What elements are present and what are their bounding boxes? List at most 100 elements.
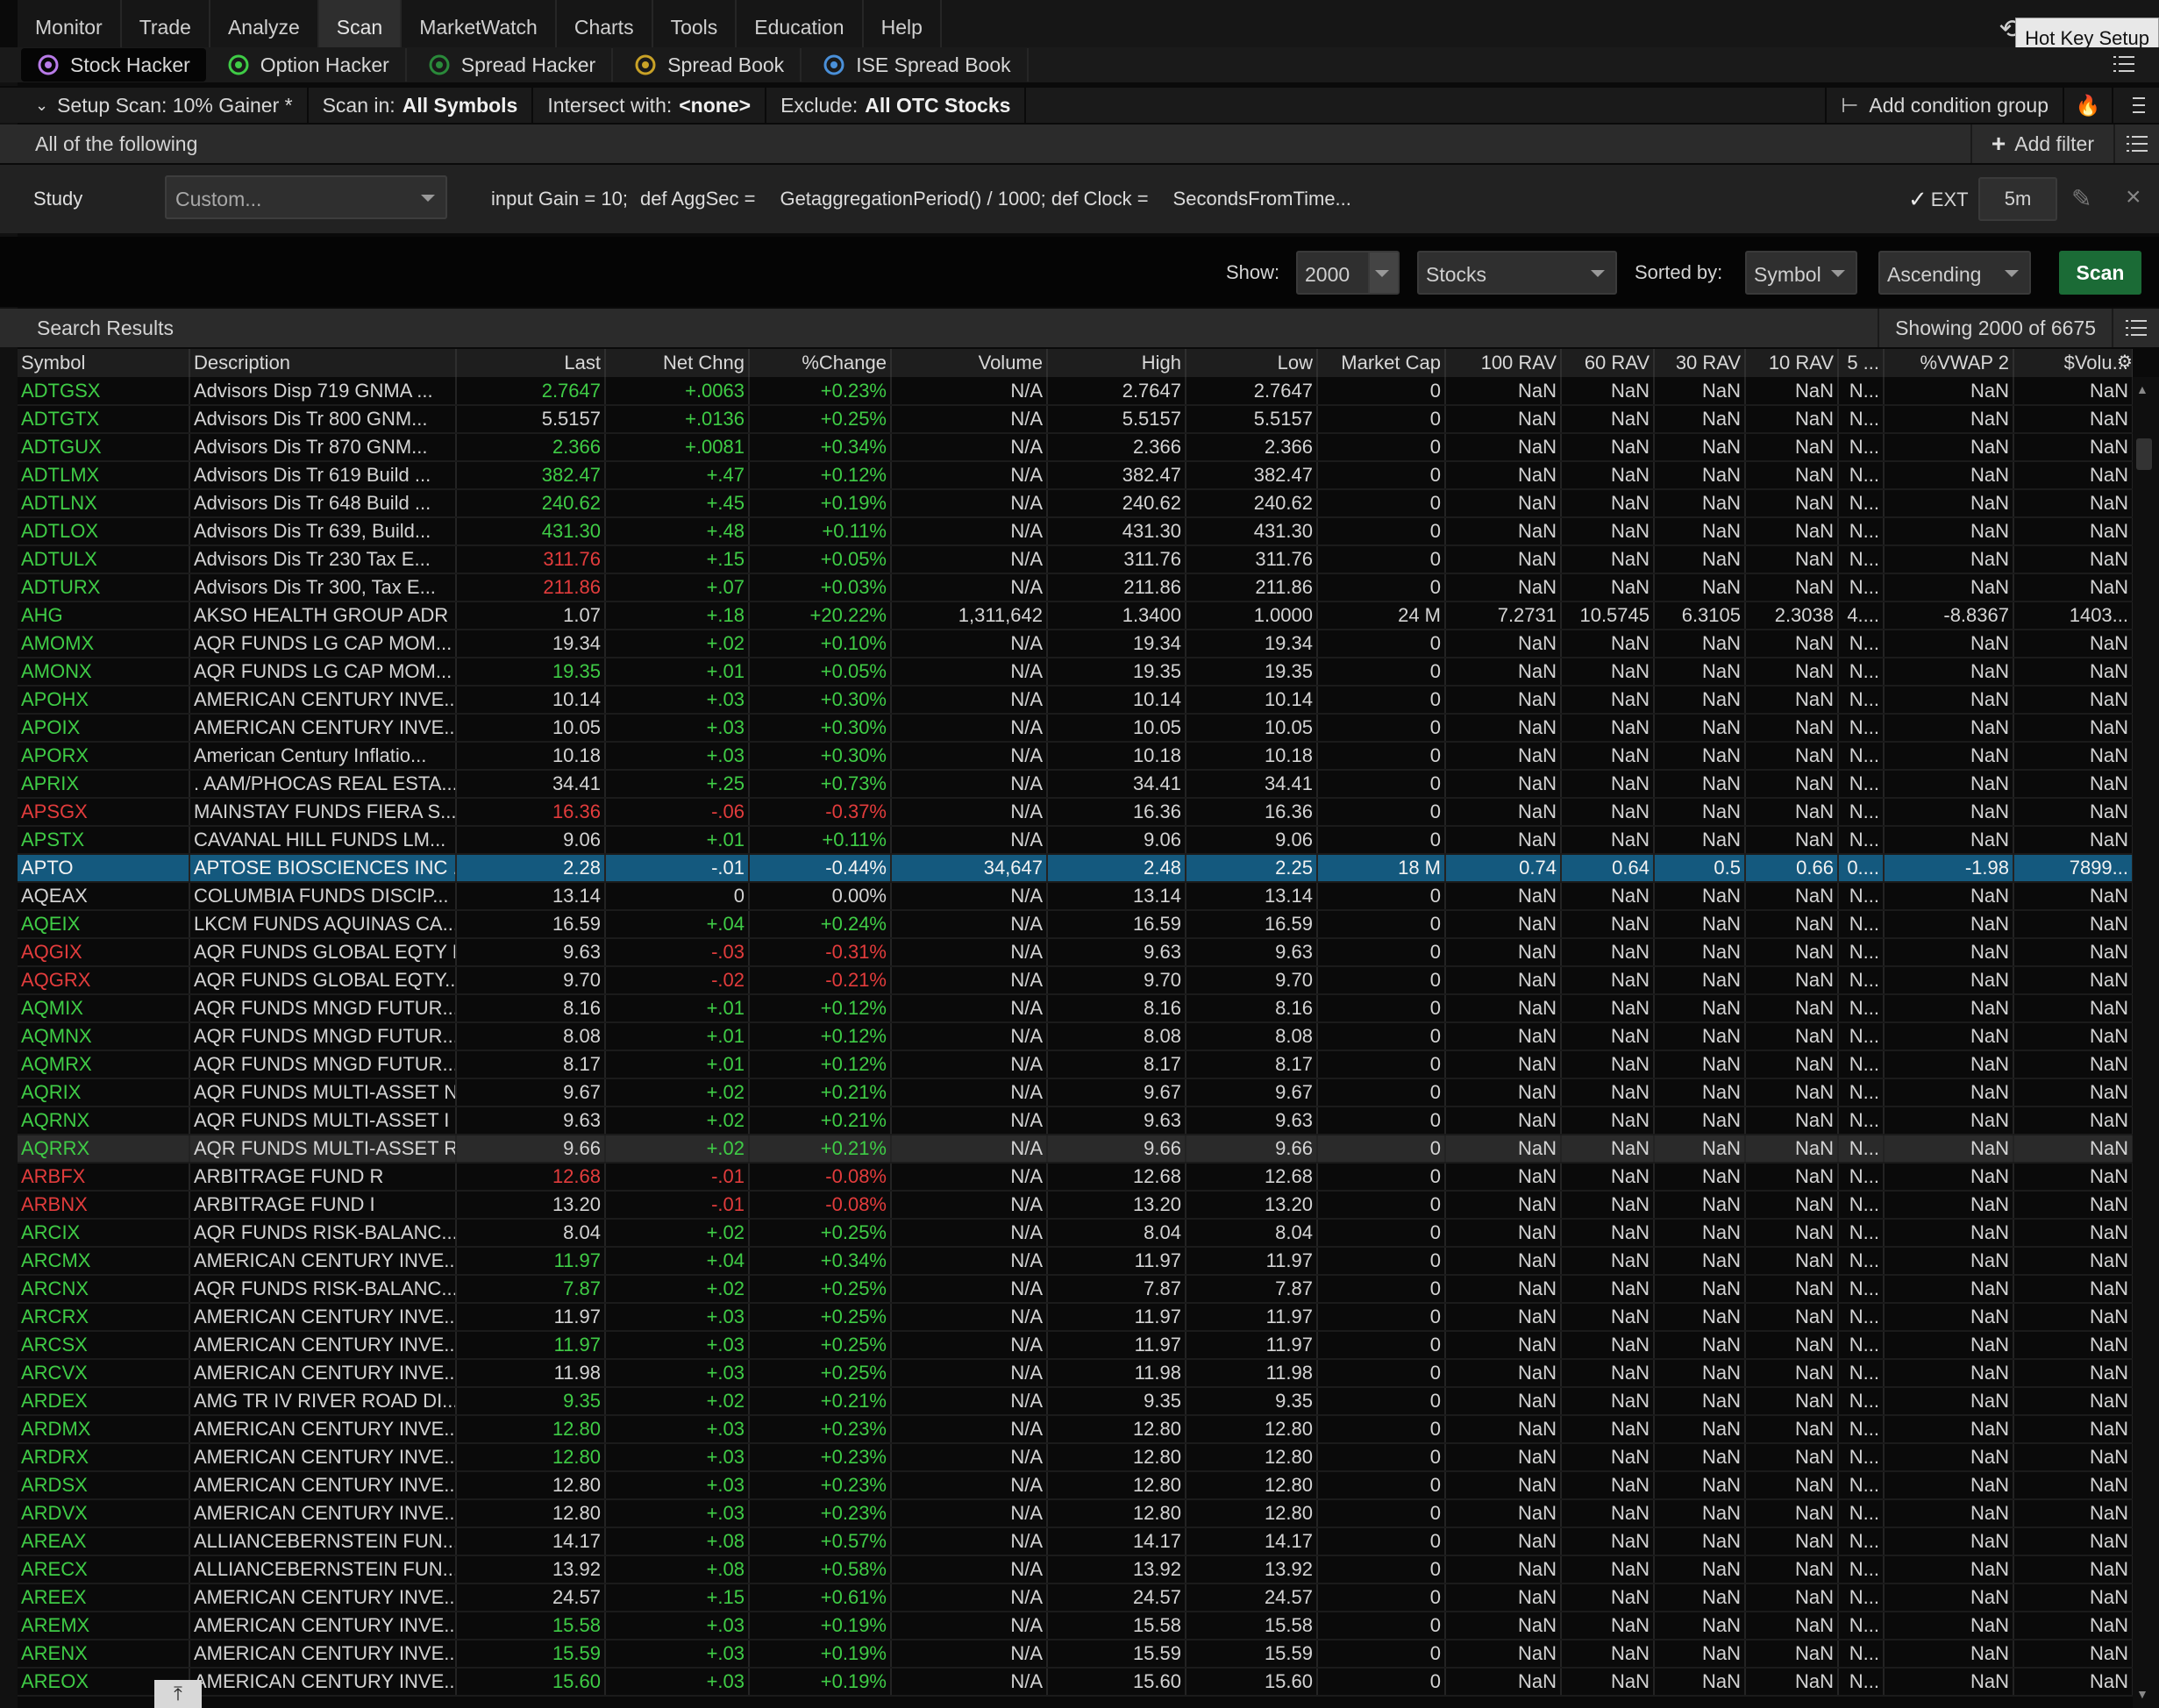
- column-header[interactable]: %VWAP 2: [1884, 349, 2014, 377]
- study-code-preview[interactable]: input Gain = 10; def AggSec = Getaggrega…: [491, 188, 1351, 210]
- results-menu-icon[interactable]: [2113, 320, 2159, 336]
- table-row[interactable]: AQGIX AQR FUNDS GLOBAL EQTY I 9.63 -.03 -0.3…: [18, 938, 2133, 967]
- net-change-cell: +.01: [605, 994, 750, 1023]
- column-header[interactable]: 10 RAV: [1745, 349, 1839, 377]
- table-row[interactable]: AQEIX LKCM FUNDS AQUINAS CA... 16.59 +.04 +0…: [18, 910, 2133, 939]
- table-row[interactable]: APSGX MAINSTAY FUNDS FIERA S... 16.36 -.06-…: [18, 798, 2133, 827]
- table-row[interactable]: AQMNX AQR FUNDS MNGD FUTUR... 8.08 +.01 +0.1…: [18, 1022, 2133, 1051]
- column-header[interactable]: 60 RAV: [1561, 349, 1655, 377]
- table-row[interactable]: AQRRX AQR FUNDS MULTI-ASSET R6 9.66 +.02 +0.…: [18, 1135, 2133, 1164]
- column-header[interactable]: Description: [189, 349, 457, 377]
- table-row[interactable]: ADTGSX Advisors Disp 719 GNMA ... 2.7647 +.…: [18, 377, 2133, 406]
- table-row[interactable]: ADTURX Advisors Dis Tr 300, Tax E... 211.8…: [18, 573, 2133, 602]
- show-count-dropdown-button[interactable]: [1368, 253, 1398, 293]
- instrument-type-select[interactable]: Stocks: [1417, 251, 1617, 295]
- table-row[interactable]: ADTLOX Advisors Dis Tr 639, Build... 431.3…: [18, 517, 2133, 546]
- table-row[interactable]: AREAX ALLIANCEBERNSTEIN FUN... 14.17 +.08 +0…: [18, 1527, 2133, 1556]
- column-header[interactable]: Symbol: [18, 349, 190, 377]
- table-row[interactable]: APOIX AMERICAN CENTURY INVE... 10.05 +.03 +0…: [18, 714, 2133, 743]
- column-header[interactable]: Low: [1186, 349, 1318, 377]
- add-condition-group-button[interactable]: ⊢ Add condition group: [1825, 87, 2064, 124]
- results-scrollbar[interactable]: [2133, 377, 2159, 1708]
- column-header[interactable]: Market Cap: [1317, 349, 1446, 377]
- tab-spread-hacker[interactable]: Spread Hacker: [412, 48, 614, 82]
- sort-field-select[interactable]: Symbol: [1745, 251, 1857, 295]
- table-row[interactable]: ADTLMX Advisors Dis Tr 619 Build ... 382.4…: [18, 461, 2133, 490]
- collapse-panel-button[interactable]: ⤒: [154, 1680, 202, 1708]
- table-row[interactable]: ARCMX AMERICAN CENTURY INVE... 11.97 +.04 +0…: [18, 1247, 2133, 1276]
- table-row[interactable]: ARCIX AQR FUNDS RISK-BALANC... 8.04 +.02 +0.…: [18, 1219, 2133, 1248]
- hacker-menu-icon[interactable]: [2113, 54, 2134, 77]
- table-row[interactable]: AMONX AQR FUNDS LG CAP MOM... 19.35 +.01 +0.…: [18, 658, 2133, 687]
- table-row[interactable]: AREMX AMERICAN CENTURY INVE... 15.58 +.03 +0…: [18, 1612, 2133, 1640]
- table-row[interactable]: AQMIX AQR FUNDS MNGD FUTUR... 8.16 +.01 +0.1…: [18, 994, 2133, 1023]
- table-row[interactable]: APRIX. AAM/PHOCAS REAL ESTA... 34.41 +.25 +…: [18, 770, 2133, 799]
- pencil-icon[interactable]: ✎: [2071, 184, 2091, 213]
- tab-stock-hacker[interactable]: Stock Hacker: [21, 48, 206, 82]
- table-row[interactable]: AQEAX COLUMBIA FUNDS DISCIP... 13.14 0 0.00%…: [18, 882, 2133, 911]
- table-row[interactable]: ADTGUX Advisors Dis Tr 870 GNM... 2.366 +.0…: [18, 433, 2133, 462]
- table-row[interactable]: AQGRX AQR FUNDS GLOBAL EQTY... 9.70 -.02 -0.…: [18, 966, 2133, 995]
- table-row[interactable]: AMOMX AQR FUNDS LG CAP MOM... 19.34 +.02 +0.…: [18, 630, 2133, 658]
- table-row[interactable]: AQRIX AQR FUNDS MULTI-ASSET N 9.67 +.02 +0.2…: [18, 1078, 2133, 1107]
- table-row[interactable]: ARECX ALLIANCEBERNSTEIN FUN... 13.92 +.08 +0…: [18, 1555, 2133, 1584]
- scan-button[interactable]: Scan: [2059, 251, 2141, 295]
- table-row[interactable]: ARCVX AMERICAN CENTURY INVE... 11.98 +.03 +0…: [18, 1359, 2133, 1388]
- all-of-following-label: All of the following: [35, 132, 198, 155]
- scroll-down-arrow-icon[interactable]: ▼: [2136, 1687, 2148, 1701]
- table-row[interactable]: ARDVX AMERICAN CENTURY INVE... 12.80 +.03 +0…: [18, 1499, 2133, 1528]
- tab-spread-book[interactable]: Spread Book: [618, 48, 802, 82]
- column-header[interactable]: %Change: [749, 349, 892, 377]
- column-header[interactable]: Volume: [891, 349, 1048, 377]
- study-select[interactable]: Custom...: [165, 175, 447, 219]
- table-row[interactable]: AQRNX AQR FUNDS MULTI-ASSET I 9.63 +.02 +0.2…: [18, 1107, 2133, 1135]
- setup-menu-icon[interactable]: [2113, 87, 2159, 124]
- table-row[interactable]: ADTULX Advisors Dis Tr 230 Tax E... 311.76…: [18, 545, 2133, 574]
- scrollbar-thumb[interactable]: [2136, 438, 2152, 470]
- table-row[interactable]: ARBNX ARBITRAGE FUND I 13.20 -.01 -0.08% N/A 1…: [18, 1191, 2133, 1220]
- column-header[interactable]: Last: [456, 349, 606, 377]
- scroll-up-arrow-icon[interactable]: ▲: [2136, 382, 2148, 396]
- column-header[interactable]: High: [1047, 349, 1186, 377]
- table-row[interactable]: ARCNX AQR FUNDS RISK-BALANC... 7.87 +.02 +0.…: [18, 1275, 2133, 1304]
- column-header[interactable]: 30 RAV: [1654, 349, 1746, 377]
- table-row[interactable]: APSTX CAVANAL HILL FUNDS LM... 9.06 +.01 +0.…: [18, 826, 2133, 855]
- scan-in-selector[interactable]: Scan in: All Symbols: [309, 87, 534, 124]
- sort-order-select[interactable]: Ascending: [1878, 251, 2031, 295]
- table-row[interactable]: ARDMX AMERICAN CENTURY INVE... 12.80 +.03 +0…: [18, 1415, 2133, 1444]
- intersect-selector[interactable]: Intersect with: <none>: [533, 87, 767, 124]
- column-settings-icon[interactable]: ⚙: [2117, 351, 2133, 373]
- show-count-select[interactable]: 2000: [1296, 251, 1400, 295]
- table-row[interactable]: ARDRX AMERICAN CENTURY INVE... 12.80 +.03 +0…: [18, 1443, 2133, 1472]
- table-row[interactable]: ADTGTX Advisors Dis Tr 800 GNM... 5.5157 +.…: [18, 405, 2133, 434]
- tab-option-hacker[interactable]: Option Hacker: [211, 48, 407, 82]
- table-row[interactable]: AQMRX AQR FUNDS MNGD FUTUR... 8.17 +.01 +0.1…: [18, 1050, 2133, 1079]
- exclude-selector[interactable]: Exclude: All OTC Stocks: [766, 87, 1027, 124]
- column-header[interactable]: 5 ...: [1838, 349, 1885, 377]
- filter-menu-icon[interactable]: [2113, 125, 2159, 163]
- setup-scan-dropdown[interactable]: ⌄ Setup Scan: 10% Gainer *: [21, 87, 309, 124]
- table-row[interactable]: AHG AKSO HEALTH GROUP ADR 1.07 +.18 +20.22% 1…: [18, 601, 2133, 630]
- timeframe-button[interactable]: 5m: [1978, 177, 2057, 221]
- table-row[interactable]: ARENX AMERICAN CENTURY INVE... 15.59 +.03 +0…: [18, 1640, 2133, 1669]
- column-header[interactable]: $Volu...: [2013, 349, 2133, 377]
- table-row[interactable]: ARDEX AMG TR IV RIVER ROAD DI... 9.35 +.02 +…: [18, 1387, 2133, 1416]
- ext-checkbox[interactable]: ✓ EXT: [1908, 186, 1969, 213]
- close-icon[interactable]: ×: [2126, 182, 2141, 212]
- tab-ise-spread-book[interactable]: ISE Spread Book: [807, 48, 1029, 82]
- hot-scan-icon[interactable]: 🔥: [2064, 87, 2113, 124]
- table-row[interactable]: APOHX AMERICAN CENTURY INVE... 10.14 +.03 +0…: [18, 686, 2133, 715]
- column-header[interactable]: Net Chng: [605, 349, 750, 377]
- table-row[interactable]: ADTLNX Advisors Dis Tr 648 Build ... 240.6…: [18, 489, 2133, 518]
- rav60-cell: NaN: [1561, 1050, 1655, 1079]
- column-header[interactable]: 100 RAV: [1445, 349, 1562, 377]
- table-row[interactable]: APORX American Century Inflatio... 10.18 +.…: [18, 742, 2133, 771]
- table-row[interactable]: ARDSX AMERICAN CENTURY INVE... 12.80 +.03 +0…: [18, 1471, 2133, 1500]
- table-row[interactable]: ARBFX ARBITRAGE FUND R 12.68 -.01 -0.08% N/A 1…: [18, 1163, 2133, 1192]
- table-row[interactable]: ARCRX AMERICAN CENTURY INVE... 11.97 +.03 +0…: [18, 1303, 2133, 1332]
- table-row[interactable]: AREEX AMERICAN CENTURY INVE... 24.57 +.15 +0…: [18, 1583, 2133, 1612]
- add-filter-button[interactable]: + Add filter: [1970, 125, 2113, 163]
- table-row[interactable]: APTO APTOSE BIOSCIENCES INC ... 2.28 -.01 -0…: [18, 854, 2133, 883]
- table-row[interactable]: AREOX AMERICAN CENTURY INVE... 15.60 +.03 +0…: [18, 1668, 2133, 1697]
- table-row[interactable]: ARCSX AMERICAN CENTURY INVE... 11.97 +.03 +0…: [18, 1331, 2133, 1360]
